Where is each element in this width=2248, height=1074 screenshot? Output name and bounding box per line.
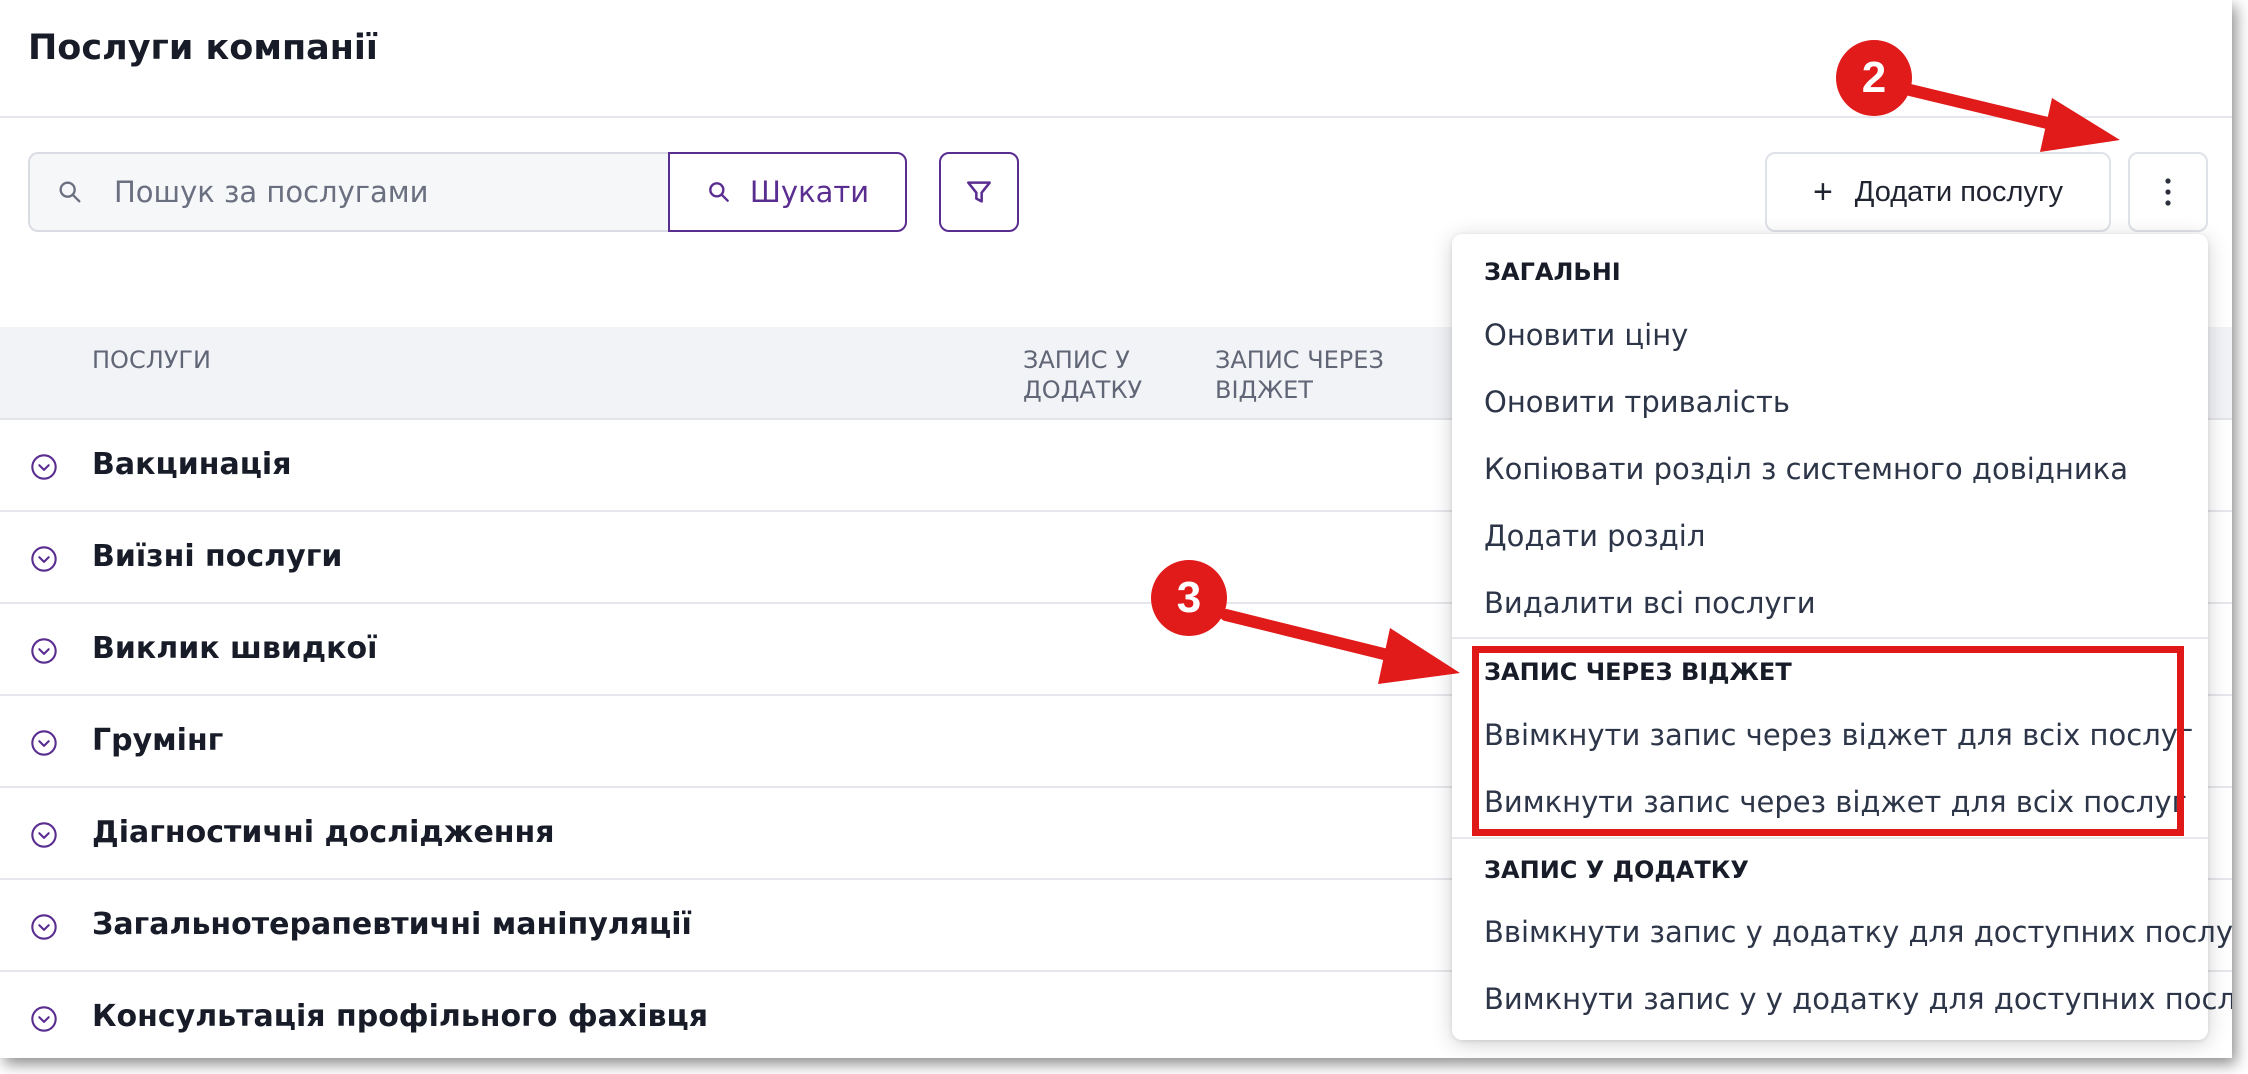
menu-divider <box>1452 837 2208 839</box>
chevron-down-icon[interactable] <box>30 821 58 849</box>
chevron-down-icon[interactable] <box>30 453 58 481</box>
chevron-down-icon[interactable] <box>30 913 58 941</box>
menu-item-copy-section[interactable]: Копіювати розділ з системного довідника <box>1484 452 2128 486</box>
row-service-name: Вакцинація <box>92 447 292 482</box>
chevron-down-icon[interactable] <box>30 545 58 573</box>
menu-item-update-price[interactable]: Оновити ціну <box>1484 318 1688 352</box>
search-input[interactable] <box>114 175 634 209</box>
annotation-badge-2: 2 <box>1836 40 1912 116</box>
search-icon <box>709 182 729 202</box>
menu-item-enable-widget[interactable]: Ввімкнути запис через віджет для всіх по… <box>1484 718 2193 752</box>
filter-icon <box>967 181 991 203</box>
more-vertical-icon <box>2165 178 2171 206</box>
menu-divider <box>1452 637 2208 639</box>
column-header-services: ПОСЛУГИ <box>92 346 211 374</box>
menu-item-update-duration[interactable]: Оновити тривалість <box>1484 385 1790 419</box>
arrow-2 <box>1904 84 2120 152</box>
filter-button[interactable] <box>939 152 1019 232</box>
annotation-badge-3: 3 <box>1151 560 1227 636</box>
chevron-down-icon[interactable] <box>30 729 58 757</box>
menu-section-widget: ЗАПИС ЧЕРЕЗ ВІДЖЕТ <box>1484 658 1792 686</box>
menu-item-disable-app[interactable]: Вимкнути запис у у додатку для доступних… <box>1484 982 2232 1016</box>
row-service-name: Грумінг <box>92 723 224 758</box>
column-header-widget-booking: ЗАПИС ЧЕРЕЗ ВІДЖЕТ <box>1215 346 1384 404</box>
row-service-name: Консультація профільного фахівця <box>92 999 708 1034</box>
title-divider <box>0 116 2232 118</box>
chevron-down-icon[interactable] <box>30 637 58 665</box>
search-field[interactable] <box>28 152 670 232</box>
plus-icon: + <box>1812 172 1833 211</box>
app-window: Послуги компанії Шукати + Додати послугу <box>0 0 2232 1058</box>
search-button-label: Шукати <box>749 175 870 209</box>
row-service-name: Виклик швидкої <box>92 631 378 666</box>
row-service-name: Виїзні послуги <box>92 539 343 574</box>
menu-section-general: ЗАГАЛЬНІ <box>1484 258 1621 286</box>
more-actions-button[interactable] <box>2128 152 2208 232</box>
search-icon <box>59 181 81 203</box>
actions-dropdown-menu: ЗАГАЛЬНІ Оновити ціну Оновити тривалість… <box>1452 234 2232 1040</box>
menu-item-disable-widget[interactable]: Вимкнути запис через віджет для всіх пос… <box>1484 785 2187 819</box>
column-header-app-booking: ЗАПИС У ДОДАТКУ <box>1023 346 1143 404</box>
chevron-down-icon[interactable] <box>30 1005 58 1033</box>
menu-item-delete-all[interactable]: Видалити всі послуги <box>1484 586 1816 620</box>
menu-section-app: ЗАПИС У ДОДАТКУ <box>1484 856 1749 884</box>
row-service-name: Діагностичні дослідження <box>92 815 555 850</box>
add-service-button[interactable]: + Додати послугу <box>1765 152 2111 232</box>
page-title: Послуги компанії <box>28 28 378 68</box>
add-service-label: Додати послугу <box>1854 175 2064 208</box>
menu-item-enable-app[interactable]: Ввімкнути запис у додатку для доступних … <box>1484 915 2232 949</box>
row-service-name: Загальнотерапевтичні маніпуляції <box>92 907 692 942</box>
menu-item-add-section[interactable]: Додати розділ <box>1484 519 1705 553</box>
search-button[interactable]: Шукати <box>668 152 907 232</box>
